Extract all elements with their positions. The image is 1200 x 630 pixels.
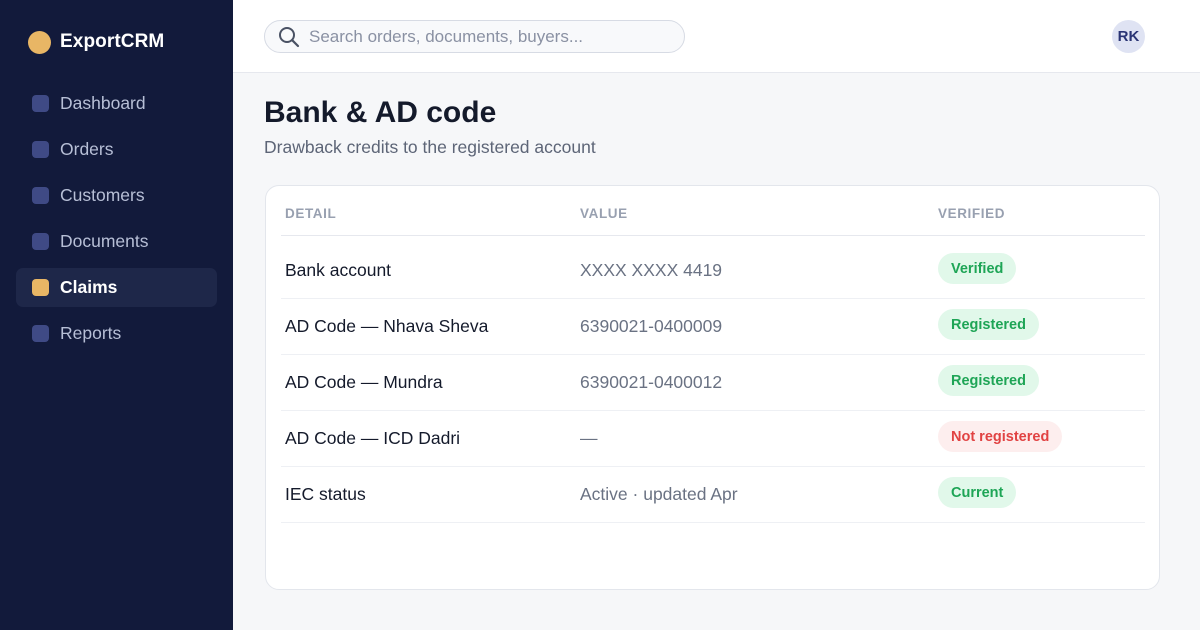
value-cell: 6390021-0400009 <box>580 316 723 336</box>
documents-icon <box>32 233 49 250</box>
sidebar: ExportCRM Dashboard Orders Customers Doc… <box>0 0 233 630</box>
sidebar-item-label: Claims <box>60 277 118 297</box>
column-header-value: VALUE <box>580 206 628 221</box>
status-badge: Current <box>938 477 1017 508</box>
sidebar-item-label: Dashboard <box>60 93 146 113</box>
search-icon <box>279 26 300 47</box>
status-badge: Not registered <box>938 421 1063 452</box>
detail-cell: AD Code — ICD Dadri <box>285 428 461 448</box>
dashboard-icon <box>32 95 49 112</box>
search-bar[interactable] <box>264 20 685 53</box>
value-cell: — <box>580 428 598 448</box>
sidebar-item-label: Reports <box>60 323 122 343</box>
sidebar-item-label: Customers <box>60 185 145 205</box>
status-badge: Registered <box>938 365 1039 396</box>
table-row: AD Code — Nhava Sheva 6390021-0400009 Re… <box>281 299 1145 355</box>
sidebar-item-customers[interactable]: Customers <box>16 176 217 215</box>
page-subtitle: Drawback credits to the registered accou… <box>264 137 596 157</box>
page-title: Bank & AD code <box>264 96 497 129</box>
orders-icon <box>32 141 49 158</box>
sidebar-item-claims[interactable]: Claims <box>16 268 217 307</box>
table-row: Bank account XXXX XXXX 4419 Verified <box>281 243 1145 299</box>
bank-details-table: DETAIL VALUE VERIFIED Bank account XXXX … <box>281 186 1145 523</box>
topbar: RK <box>233 0 1200 73</box>
value-cell: Active · updated Apr <box>580 484 738 504</box>
status-badge: Registered <box>938 309 1039 340</box>
detail-cell: AD Code — Mundra <box>285 372 443 392</box>
column-header-verified: VERIFIED <box>938 206 1006 221</box>
table-header: DETAIL VALUE VERIFIED <box>281 186 1145 236</box>
sidebar-item-orders[interactable]: Orders <box>16 130 217 169</box>
sidebar-item-dashboard[interactable]: Dashboard <box>16 84 217 123</box>
app-name: ExportCRM <box>60 31 165 52</box>
customers-icon <box>32 187 49 204</box>
column-header-detail: DETAIL <box>285 206 337 221</box>
sidebar-item-label: Documents <box>60 231 149 251</box>
logo-icon <box>28 30 51 54</box>
brand[interactable]: ExportCRM <box>28 30 164 54</box>
claims-icon <box>32 279 49 296</box>
reports-icon <box>32 325 49 342</box>
bank-details-card: DETAIL VALUE VERIFIED Bank account XXXX … <box>265 185 1160 590</box>
detail-cell: IEC status <box>285 484 366 504</box>
status-badge: Verified <box>938 253 1017 284</box>
table-row: AD Code — Mundra 6390021-0400012 Registe… <box>281 355 1145 411</box>
detail-cell: AD Code — Nhava Sheva <box>285 316 489 336</box>
sidebar-item-documents[interactable]: Documents <box>16 222 217 261</box>
sidebar-nav: Dashboard Orders Customers Documents Cla… <box>16 84 217 360</box>
avatar[interactable]: RK <box>1112 20 1145 53</box>
table-row: AD Code — ICD Dadri — Not registered <box>281 411 1145 467</box>
value-cell: XXXX XXXX 4419 <box>580 260 723 280</box>
detail-cell: Bank account <box>285 260 392 280</box>
sidebar-item-reports[interactable]: Reports <box>16 314 217 353</box>
search-input[interactable] <box>309 26 669 47</box>
sidebar-item-label: Orders <box>60 139 114 159</box>
value-cell: 6390021-0400012 <box>580 372 723 392</box>
table-row: IEC status Active · updated Apr Current <box>281 467 1145 523</box>
